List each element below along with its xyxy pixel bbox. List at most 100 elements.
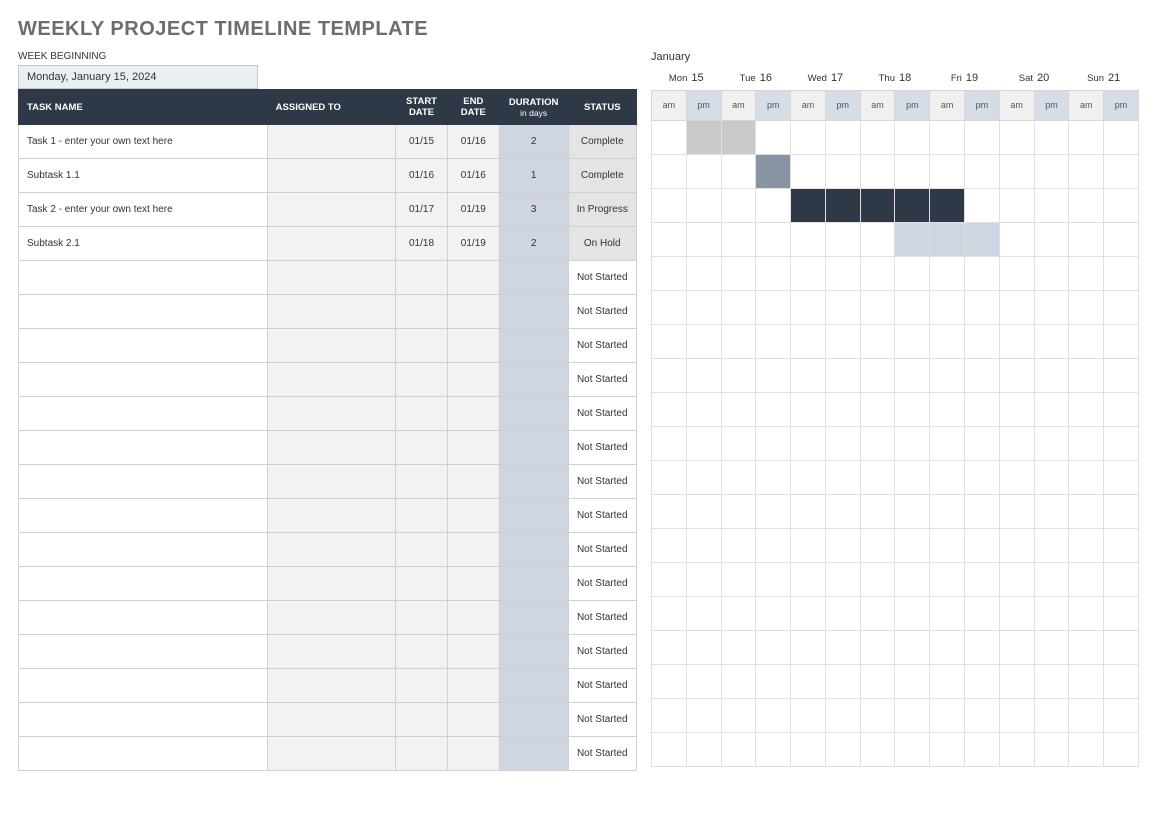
end-date-cell[interactable] [447,431,499,465]
gantt-cell[interactable] [686,392,721,426]
status-cell[interactable]: On Hold [568,227,636,261]
gantt-cell[interactable] [791,732,826,766]
gantt-cell[interactable] [999,460,1034,494]
gantt-cell[interactable] [825,222,860,256]
gantt-cell[interactable] [999,630,1034,664]
gantt-cell[interactable] [1069,324,1104,358]
gantt-cell[interactable] [686,562,721,596]
gantt-cell[interactable] [791,154,826,188]
gantt-cell[interactable] [825,630,860,664]
gantt-cell[interactable] [895,154,930,188]
gantt-cell[interactable] [686,460,721,494]
gantt-cell[interactable] [999,392,1034,426]
gantt-cell[interactable] [930,732,965,766]
gantt-cell[interactable] [721,222,756,256]
start-date-cell[interactable] [396,329,448,363]
end-date-cell[interactable] [447,737,499,771]
gantt-cell[interactable] [1034,596,1069,630]
gantt-cell[interactable] [721,562,756,596]
gantt-cell[interactable] [721,188,756,222]
gantt-cell[interactable] [686,494,721,528]
gantt-cell[interactable] [756,630,791,664]
gantt-cell[interactable] [860,392,895,426]
gantt-cell[interactable] [1034,256,1069,290]
assigned-cell[interactable] [267,737,395,771]
end-date-cell[interactable] [447,363,499,397]
gantt-cell[interactable] [930,290,965,324]
task-name-cell[interactable] [19,703,268,737]
status-cell[interactable]: Not Started [568,465,636,499]
gantt-cell[interactable] [930,358,965,392]
gantt-cell[interactable] [756,426,791,460]
gantt-cell[interactable] [756,222,791,256]
gantt-cell[interactable] [756,256,791,290]
gantt-cell[interactable] [1104,222,1139,256]
gantt-cell[interactable] [825,494,860,528]
assigned-cell[interactable] [267,159,395,193]
gantt-cell[interactable] [1104,256,1139,290]
gantt-cell[interactable] [686,222,721,256]
duration-cell[interactable] [499,499,568,533]
gantt-cell[interactable] [1034,460,1069,494]
gantt-cell[interactable] [895,596,930,630]
task-name-cell[interactable] [19,431,268,465]
duration-cell[interactable]: 3 [499,193,568,227]
start-date-cell[interactable]: 01/18 [396,227,448,261]
gantt-cell[interactable] [721,698,756,732]
gantt-cell[interactable] [895,324,930,358]
gantt-cell[interactable] [721,596,756,630]
gantt-cell[interactable] [965,630,1000,664]
gantt-cell[interactable] [651,460,686,494]
gantt-cell[interactable] [651,324,686,358]
gantt-cell[interactable] [1034,494,1069,528]
duration-cell[interactable]: 2 [499,227,568,261]
gantt-cell[interactable] [825,154,860,188]
start-date-cell[interactable] [396,703,448,737]
gantt-cell[interactable] [651,562,686,596]
gantt-cell[interactable] [999,664,1034,698]
gantt-cell[interactable] [860,630,895,664]
gantt-cell[interactable] [1104,698,1139,732]
duration-cell[interactable] [499,431,568,465]
gantt-cell[interactable] [999,188,1034,222]
gantt-cell[interactable] [860,698,895,732]
gantt-cell[interactable] [930,698,965,732]
gantt-cell[interactable] [860,528,895,562]
gantt-cell[interactable] [895,392,930,426]
start-date-cell[interactable] [396,295,448,329]
gantt-cell[interactable] [930,120,965,154]
status-cell[interactable]: Not Started [568,431,636,465]
gantt-cell[interactable] [791,596,826,630]
gantt-cell[interactable] [860,222,895,256]
gantt-cell[interactable] [791,664,826,698]
duration-cell[interactable] [499,737,568,771]
gantt-cell[interactable] [895,562,930,596]
gantt-cell[interactable] [1069,596,1104,630]
gantt-cell[interactable] [1034,664,1069,698]
gantt-cell[interactable] [1104,630,1139,664]
gantt-cell[interactable] [721,392,756,426]
gantt-cell[interactable] [930,460,965,494]
gantt-cell[interactable] [791,698,826,732]
gantt-cell[interactable] [999,596,1034,630]
end-date-cell[interactable] [447,567,499,601]
gantt-cell[interactable] [791,324,826,358]
start-date-cell[interactable] [396,499,448,533]
gantt-cell[interactable] [999,528,1034,562]
gantt-cell[interactable] [930,154,965,188]
gantt-cell[interactable] [686,596,721,630]
gantt-cell[interactable] [965,596,1000,630]
gantt-cell[interactable] [721,630,756,664]
gantt-cell[interactable] [825,732,860,766]
gantt-cell[interactable] [791,426,826,460]
gantt-cell[interactable] [999,732,1034,766]
gantt-cell[interactable] [860,120,895,154]
gantt-cell[interactable] [686,324,721,358]
task-name-cell[interactable] [19,499,268,533]
gantt-cell[interactable] [825,562,860,596]
gantt-cell[interactable] [756,392,791,426]
task-name-cell[interactable] [19,295,268,329]
gantt-cell[interactable] [965,290,1000,324]
status-cell[interactable]: Not Started [568,669,636,703]
task-name-cell[interactable] [19,363,268,397]
